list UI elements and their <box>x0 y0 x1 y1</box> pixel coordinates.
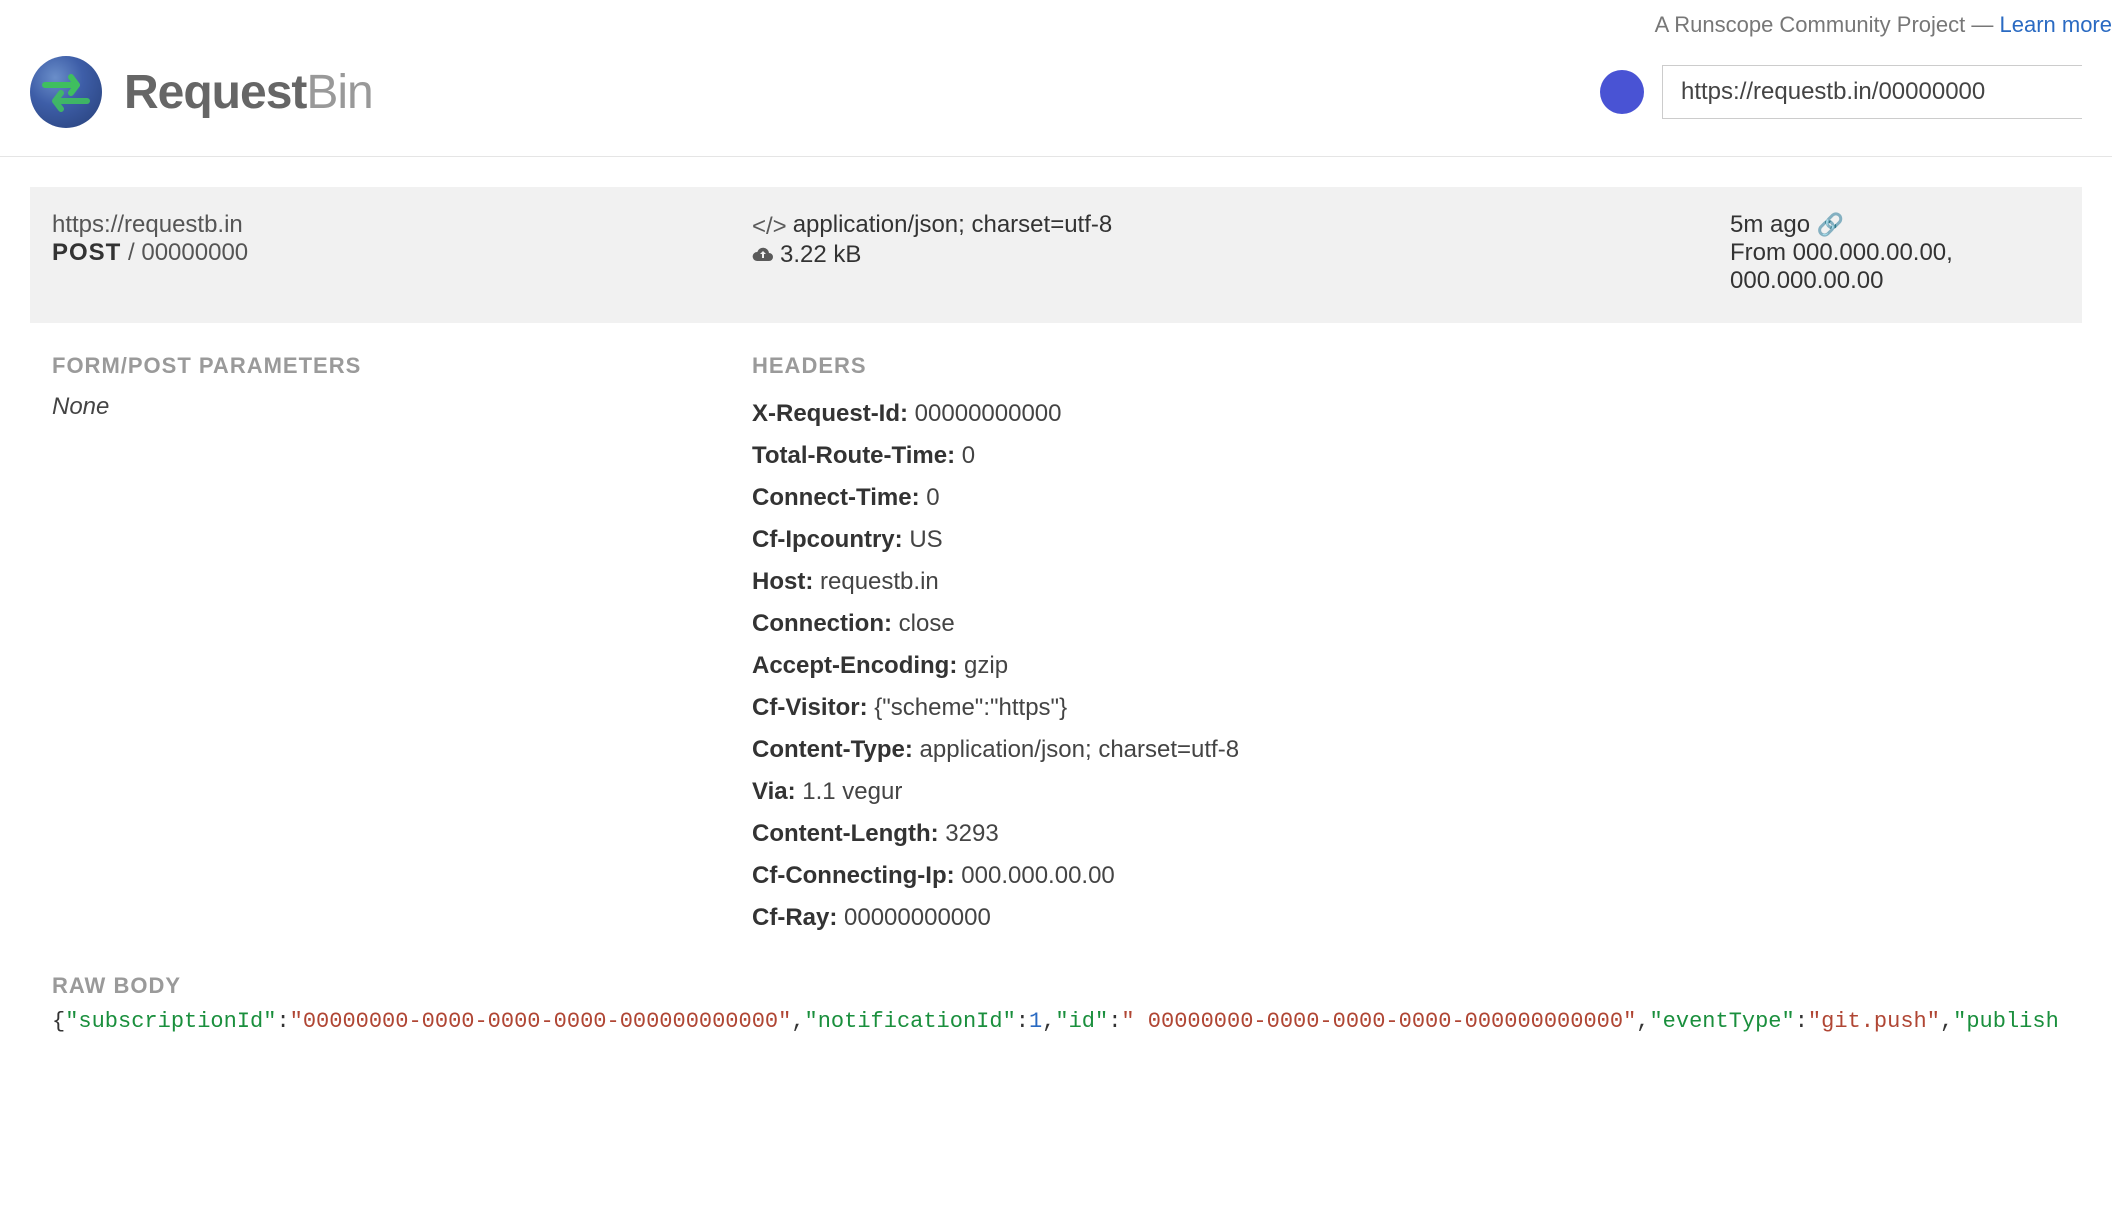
json-token: , <box>1042 1009 1055 1034</box>
json-token: : <box>276 1009 289 1034</box>
header-key: Via: <box>752 778 802 805</box>
brand-title-bold: Request <box>124 66 306 119</box>
header-key: X-Request-Id: <box>752 400 915 427</box>
logo-icon <box>30 56 102 128</box>
request-time: 5m ago <box>1730 211 1810 238</box>
details-row: FORM/POST PARAMETERS None HEADERS X-Requ… <box>30 323 2082 947</box>
json-token: : <box>1016 1009 1029 1034</box>
header-key: Total-Route-Time: <box>752 442 962 469</box>
cloud-upload-icon <box>752 243 774 271</box>
request-content-type: application/json; charset=utf-8 <box>793 211 1113 238</box>
permalink-icon[interactable]: 🔗 <box>1817 212 1844 237</box>
header-value: US <box>909 526 942 553</box>
header-key: Cf-Ray: <box>752 904 844 931</box>
header-row: Connection: close <box>752 603 1730 645</box>
request-size: 3.22 kB <box>780 241 861 268</box>
json-token: { <box>52 1009 65 1034</box>
json-token: , <box>1940 1009 1953 1034</box>
header-key: Accept-Encoding: <box>752 652 964 679</box>
header-row: Accept-Encoding: gzip <box>752 645 1730 687</box>
header-row: Cf-Ray: 00000000000 <box>752 897 1730 939</box>
header-value: 0 <box>962 442 975 469</box>
header-value: 000.000.00.00 <box>961 862 1114 889</box>
header-row: Content-Type: application/json; charset=… <box>752 729 1730 771</box>
header-key: Content-Length: <box>752 820 945 847</box>
header-key: Connect-Time: <box>752 484 926 511</box>
brand-title-light: Bin <box>306 66 372 119</box>
header-row: X-Request-Id: 00000000000 <box>752 393 1730 435</box>
json-token: "publisherId" <box>1953 1009 2060 1034</box>
header-value: application/json; charset=utf-8 <box>920 736 1240 763</box>
json-token: , <box>791 1009 804 1034</box>
header-value: 00000000000 <box>915 400 1062 427</box>
json-token: "git.push" <box>1808 1009 1940 1034</box>
bin-url-wrap <box>1600 65 2082 119</box>
header-key: Cf-Visitor: <box>752 694 874 721</box>
header-row: Total-Route-Time: 0 <box>752 435 1730 477</box>
header: RequestBin <box>0 38 2112 157</box>
from-label: From <box>1730 239 1786 266</box>
headers-list: X-Request-Id: 00000000000Total-Route-Tim… <box>752 393 1730 939</box>
header-row: Cf-Ipcountry: US <box>752 519 1730 561</box>
request-panel: https://requestb.in POST / 00000000 </>a… <box>30 187 2082 1044</box>
headers-title: HEADERS <box>752 353 1730 379</box>
brand-title: RequestBin <box>124 65 373 120</box>
request-summary: https://requestb.in POST / 00000000 </>a… <box>30 187 2082 323</box>
raw-body[interactable]: {"subscriptionId":"00000000-0000-0000-00… <box>52 1009 2060 1044</box>
header-key: Host: <box>752 568 820 595</box>
header-value: 1.1 vegur <box>802 778 902 805</box>
raw-body-title: RAW BODY <box>30 947 2082 1009</box>
header-row: Host: requestb.in <box>752 561 1730 603</box>
header-key: Cf-Connecting-Ip: <box>752 862 961 889</box>
json-token: "eventType" <box>1649 1009 1794 1034</box>
request-host: https://requestb.in <box>52 211 752 239</box>
community-banner: A Runscope Community Project — Learn mor… <box>0 0 2112 38</box>
header-row: Cf-Connecting-Ip: 000.000.00.00 <box>752 855 1730 897</box>
learn-more-link[interactable]: Learn more <box>1999 12 2112 37</box>
header-row: Via: 1.1 vegur <box>752 771 1730 813</box>
json-token: 1 <box>1029 1009 1042 1034</box>
json-token: : <box>1108 1009 1121 1034</box>
header-row: Content-Length: 3293 <box>752 813 1730 855</box>
form-params-none: None <box>52 393 752 421</box>
community-banner-text: A Runscope Community Project — <box>1655 12 2000 37</box>
header-value: 00000000000 <box>844 904 991 931</box>
request-method: POST <box>52 239 121 266</box>
header-value: {"scheme":"https"} <box>874 694 1067 721</box>
request-path: / 00000000 <box>128 239 248 266</box>
json-token: , <box>1636 1009 1649 1034</box>
brand[interactable]: RequestBin <box>30 56 373 128</box>
json-token: "notificationId" <box>805 1009 1016 1034</box>
header-key: Content-Type: <box>752 736 920 763</box>
header-value: 3293 <box>945 820 998 847</box>
json-token: "subscriptionId" <box>65 1009 276 1034</box>
status-dot-icon <box>1600 70 1644 114</box>
header-value: requestb.in <box>820 568 939 595</box>
header-row: Cf-Visitor: {"scheme":"https"} <box>752 687 1730 729</box>
header-value: close <box>899 610 955 637</box>
bin-url-input[interactable] <box>1662 65 2082 119</box>
header-row: Connect-Time: 0 <box>752 477 1730 519</box>
form-params-title: FORM/POST PARAMETERS <box>52 353 752 379</box>
json-token: "id" <box>1055 1009 1108 1034</box>
header-value: 0 <box>926 484 939 511</box>
header-value: gzip <box>964 652 1008 679</box>
json-token: : <box>1795 1009 1808 1034</box>
json-token: "00000000-0000-0000-0000-000000000000" <box>290 1009 792 1034</box>
header-key: Connection: <box>752 610 899 637</box>
header-key: Cf-Ipcountry: <box>752 526 909 553</box>
json-token: " 00000000-0000-0000-0000-000000000000" <box>1121 1009 1636 1034</box>
code-icon: </> <box>752 213 787 241</box>
